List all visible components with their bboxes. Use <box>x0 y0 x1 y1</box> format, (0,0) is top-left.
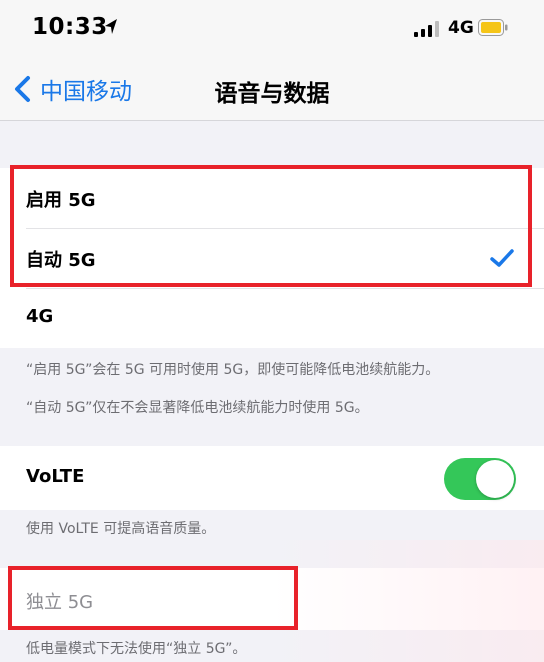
explanation-auto-5g: “自动 5G”仅在不会显著降低电池续航能力时使用 5G。 <box>26 400 369 416</box>
option-label: 4G <box>26 306 54 327</box>
volte-toggle[interactable] <box>444 458 516 500</box>
highlight-box-5g-options <box>10 165 532 287</box>
toggle-knob <box>476 460 514 498</box>
volte-note: 使用 VoLTE 可提高语音质量。 <box>26 521 216 537</box>
volte-group: VoLTE <box>0 446 544 510</box>
option-4g[interactable]: 4G <box>0 288 544 348</box>
status-bar: 10:33 4G <box>0 0 544 58</box>
watermark-overlay <box>272 540 544 662</box>
volte-row: VoLTE <box>0 448 544 508</box>
explanation-enable-5g: “启用 5G”会在 5G 可用时使用 5G，即使可能降低电池续航能力。 <box>26 362 440 378</box>
battery-icon <box>478 19 508 36</box>
volte-label: VoLTE <box>26 466 85 487</box>
location-arrow-icon <box>105 19 117 34</box>
standalone-5g-note: 低电量模式下无法使用“独立 5G”。 <box>26 641 247 657</box>
network-type: 4G <box>448 18 474 38</box>
page-title: 语音与数据 <box>214 81 330 107</box>
status-time: 10:33 <box>32 14 108 40</box>
navigation-bar: 中国移动 语音与数据 <box>0 58 544 121</box>
highlight-box-standalone-5g <box>8 566 298 630</box>
cellular-signal-icon <box>414 21 439 37</box>
